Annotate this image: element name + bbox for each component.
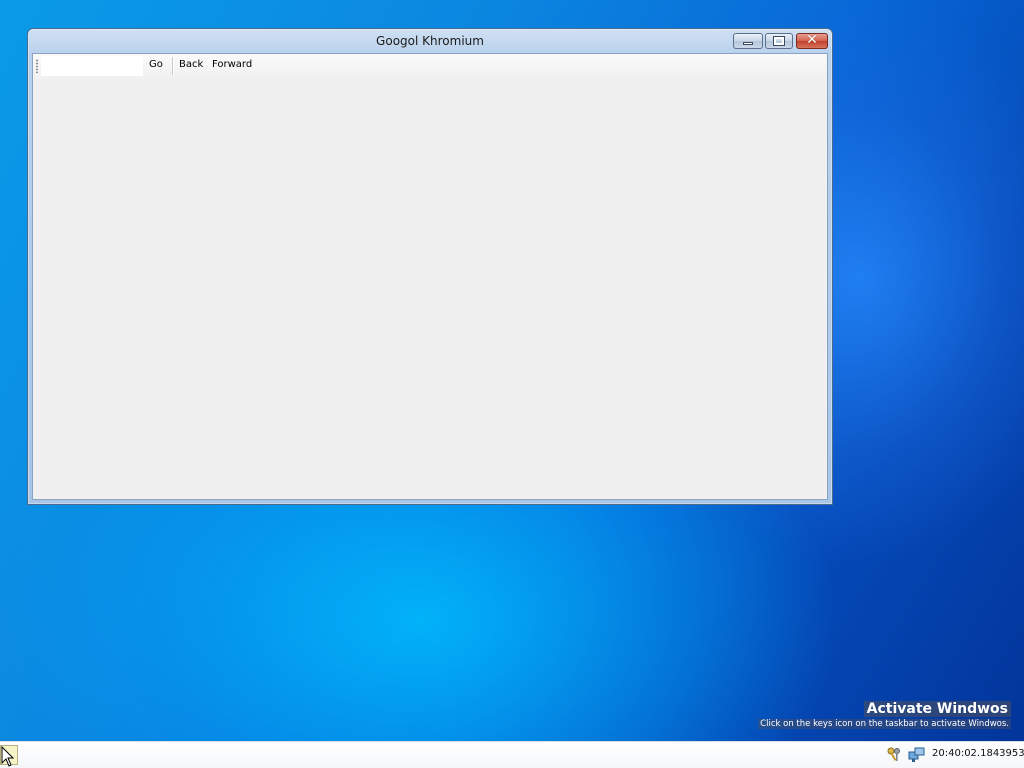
mouse-cursor-icon	[1, 746, 15, 767]
taskbar: 20:40:02.1843953	[0, 741, 1024, 768]
go-button[interactable]: Go	[149, 59, 163, 70]
minimize-icon	[743, 42, 753, 45]
network-icon[interactable]	[908, 747, 926, 763]
keys-icon[interactable]	[886, 747, 902, 763]
taskbar-clock[interactable]: 20:40:02.1843953	[932, 748, 1024, 759]
minimize-button[interactable]	[733, 33, 763, 49]
browser-toolbar: Go Back Forward	[33, 54, 827, 78]
window-client-area: Go Back Forward	[32, 53, 828, 500]
maximize-icon	[773, 36, 785, 46]
close-button[interactable]: ✕	[796, 32, 828, 49]
forward-button[interactable]: Forward	[212, 59, 252, 70]
toolbar-grip-icon[interactable]	[36, 59, 38, 73]
browser-window: Googol Khromium ✕ Go Back Forward	[27, 28, 833, 505]
back-button[interactable]: Back	[179, 59, 203, 70]
close-icon: ✕	[806, 32, 818, 48]
watermark-subtitle: Click on the keys icon on the taskbar to…	[758, 719, 1011, 729]
toolbar-separator	[172, 57, 174, 75]
maximize-button[interactable]	[765, 33, 793, 49]
browser-content-area[interactable]	[33, 78, 827, 499]
watermark-title: Activate Windwos	[863, 701, 1011, 717]
window-titlebar[interactable]: Googol Khromium ✕	[28, 29, 832, 53]
address-input[interactable]	[41, 56, 143, 76]
window-title: Googol Khromium	[376, 34, 484, 48]
activation-watermark: Activate Windwos Click on the keys icon …	[758, 698, 1011, 729]
